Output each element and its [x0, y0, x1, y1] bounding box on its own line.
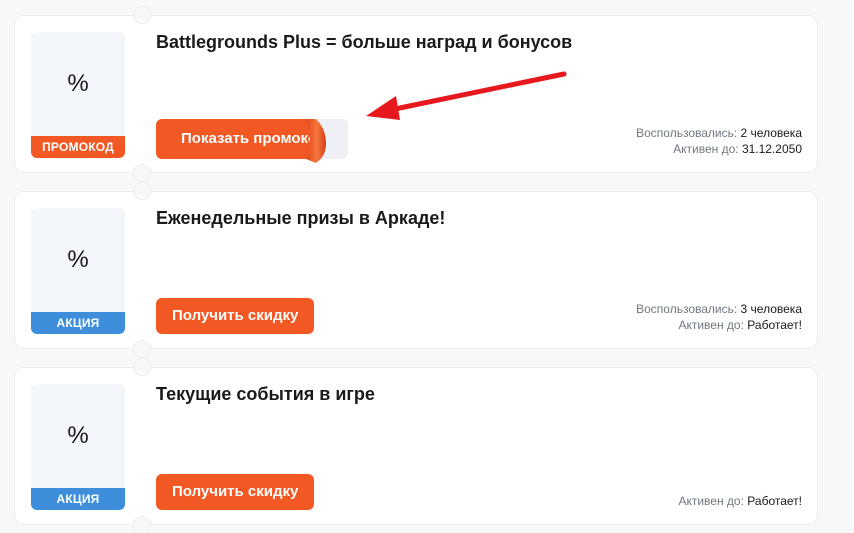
card-notch	[133, 6, 151, 24]
coupon-title[interactable]: Еженедельные призы в Аркаде!	[156, 208, 445, 229]
percent-icon: %	[67, 246, 89, 273]
get-discount-button[interactable]: Получить скидку	[156, 298, 315, 334]
get-discount-button[interactable]: Получить скидку	[156, 474, 315, 510]
deal-badge: АКЦИЯ	[31, 488, 125, 510]
active-value: Работает!	[747, 318, 802, 332]
coupon-thumbnail: % АКЦИЯ	[31, 384, 125, 510]
deal-badge: АКЦИЯ	[31, 312, 125, 334]
coupon-meta: Активен до: Работает!	[678, 493, 802, 509]
active-line: Активен до: Работает!	[678, 493, 802, 509]
coupon-card: % АКЦИЯ Текущие события в игре Получить …	[14, 358, 818, 533]
usage-label: Воспользовались:	[636, 126, 738, 140]
promo-code-badge: ПРОМОКОД	[31, 136, 125, 158]
active-value: 31.12.2050	[741, 142, 802, 156]
card-notch	[133, 516, 151, 533]
show-promo-code-button[interactable]: Показать промокод	[156, 119, 348, 163]
active-label: Активен до:	[678, 494, 744, 508]
card-notch	[133, 358, 151, 376]
usage-line: Воспользовались: 3 человека	[636, 301, 802, 317]
coupon-title[interactable]: Текущие события в игре	[156, 384, 375, 405]
usage-value: 3 человека	[740, 302, 802, 316]
percent-icon: %	[67, 70, 89, 97]
coupon-list: % ПРОМОКОД Battlegrounds Plus = больше н…	[0, 0, 854, 533]
coupon-thumbnail: % АКЦИЯ	[31, 208, 125, 334]
usage-value: 2 человека	[740, 126, 802, 140]
usage-label: Воспользовались:	[636, 302, 738, 316]
card-notch	[133, 340, 151, 358]
active-line: Активен до: Работает!	[636, 317, 802, 333]
coupon-card: % ПРОМОКОД Battlegrounds Plus = больше н…	[14, 6, 818, 182]
active-value: Работает!	[747, 494, 802, 508]
active-label: Активен до:	[678, 318, 744, 332]
show-promo-code-label: Показать промокод	[156, 119, 316, 159]
card-notch	[133, 164, 151, 182]
coupon-title[interactable]: Battlegrounds Plus = больше наград и бон…	[156, 32, 572, 53]
peel-corner-icon	[306, 119, 326, 163]
coupon-meta: Воспользовались: 2 человека Активен до: …	[636, 125, 802, 157]
usage-line: Воспользовались: 2 человека	[636, 125, 802, 141]
percent-icon: %	[67, 422, 89, 449]
active-label: Активен до:	[673, 142, 739, 156]
card-notch	[133, 182, 151, 200]
coupon-card: % АКЦИЯ Еженедельные призы в Аркаде! Пол…	[14, 182, 818, 358]
coupon-thumbnail: % ПРОМОКОД	[31, 32, 125, 158]
coupon-meta: Воспользовались: 3 человека Активен до: …	[636, 301, 802, 333]
active-line: Активен до: 31.12.2050	[636, 141, 802, 157]
